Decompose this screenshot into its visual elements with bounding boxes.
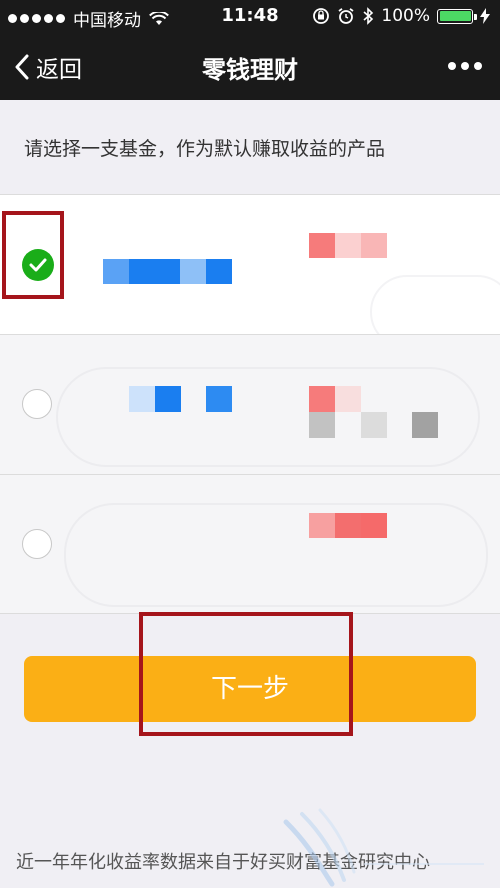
pixelated-fund-name: [129, 386, 155, 412]
radio-button[interactable]: [22, 389, 52, 419]
more-dot: [474, 62, 482, 70]
checkmark-icon: [22, 249, 54, 281]
blur-decoration: [64, 503, 488, 607]
fund-list: [0, 194, 500, 614]
more-dot: [461, 62, 469, 70]
battery-level: [439, 11, 471, 21]
bluetooth-icon: [363, 7, 374, 25]
more-dot: [448, 62, 456, 70]
pixelated-rate: [335, 233, 361, 258]
battery-cap: [474, 13, 477, 20]
pixelated-fund-name: [206, 386, 232, 412]
pixelated-detail: [309, 412, 335, 438]
page-title: 零钱理财: [202, 56, 298, 84]
fund-option-2[interactable]: [0, 334, 500, 474]
pixelated-detail: [361, 412, 387, 438]
pixelated-rate: [335, 386, 361, 412]
pixelated-detail: [412, 412, 438, 438]
battery-icon: [437, 8, 477, 24]
pixelated-rate: [309, 513, 335, 538]
pixelated-rate: [361, 513, 387, 538]
pixelated-fund-name: [155, 386, 181, 412]
pixelated-fund-name: [206, 259, 232, 284]
rotation-lock-icon: [313, 8, 330, 24]
pixelated-fund-name: [103, 259, 129, 284]
pixelated-rate: [309, 386, 335, 412]
status-right: 100%: [305, 6, 490, 26]
pixelated-rate: [361, 233, 387, 258]
pixelated-fund-name: [180, 259, 206, 284]
fund-option-1[interactable]: [0, 194, 500, 349]
battery-percent: 100%: [381, 6, 430, 26]
more-icon[interactable]: [443, 62, 482, 70]
radio-button[interactable]: [22, 529, 52, 559]
pixelated-fund-name: [129, 259, 180, 284]
next-step-button[interactable]: 下一步: [24, 656, 476, 722]
fund-option-3[interactable]: [0, 474, 500, 614]
nav-bar: 返回 零钱理财: [0, 34, 500, 100]
pixelated-rate: [309, 233, 335, 258]
charging-icon: [480, 8, 490, 24]
status-bar: 中国移动 11:48 100%: [0, 0, 500, 34]
select-fund-prompt: 请选择一支基金，作为默认赚取收益的产品: [24, 138, 386, 160]
watermark-logo: [283, 808, 484, 887]
alarm-icon: [338, 8, 354, 24]
pixelated-rate: [335, 513, 361, 538]
